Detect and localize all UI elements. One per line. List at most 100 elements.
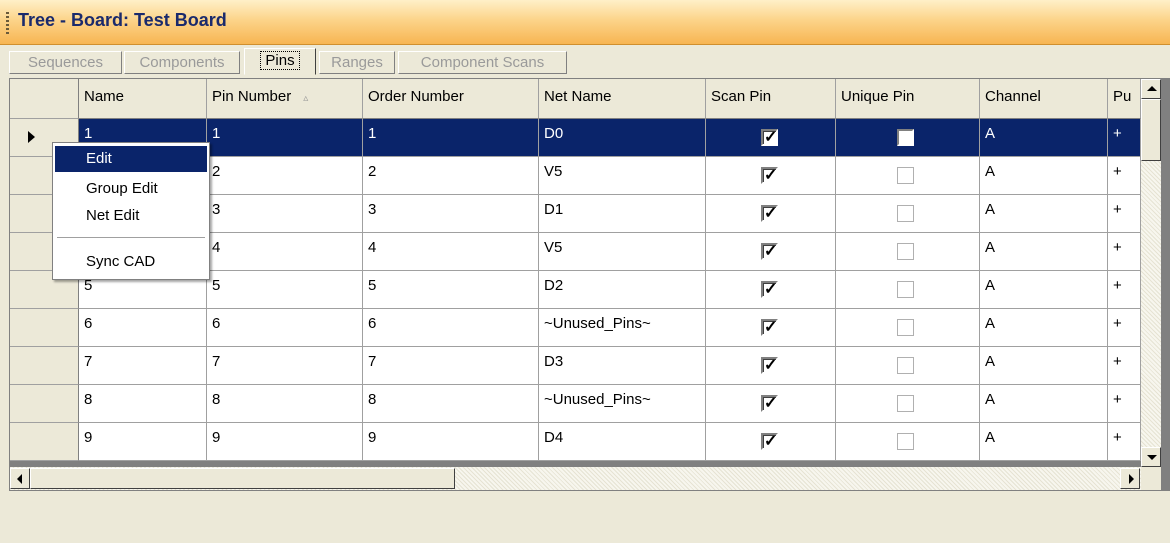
cell-name[interactable]: 7 bbox=[79, 347, 207, 385]
cell-pu[interactable]: + bbox=[1108, 119, 1141, 157]
scan-pin-checkbox[interactable]: ✓ bbox=[761, 319, 778, 336]
scroll-down-button[interactable] bbox=[1141, 447, 1161, 467]
horizontal-scroll-thumb[interactable] bbox=[30, 468, 455, 489]
cell-channel[interactable]: A bbox=[980, 271, 1108, 309]
cell-net-name[interactable]: D3 bbox=[539, 347, 706, 385]
cell-net-name[interactable]: ~Unused_Pins~ bbox=[539, 385, 706, 423]
menu-item-group-edit[interactable]: Group Edit bbox=[55, 176, 207, 202]
scroll-right-button[interactable] bbox=[1120, 468, 1140, 489]
cell-pu[interactable]: + bbox=[1108, 347, 1141, 385]
scan-pin-checkbox[interactable]: ✓ bbox=[761, 433, 778, 450]
menu-item-net-edit[interactable]: Net Edit bbox=[55, 203, 207, 229]
cell-order-number[interactable]: 5 bbox=[363, 271, 539, 309]
unique-pin-checkbox[interactable] bbox=[897, 129, 914, 146]
cell-channel[interactable]: A bbox=[980, 309, 1108, 347]
cell-pin-number[interactable]: 8 bbox=[207, 385, 363, 423]
cell-pu[interactable]: + bbox=[1108, 233, 1141, 271]
column-header-pu[interactable]: Pu bbox=[1108, 79, 1141, 119]
vertical-scroll-thumb[interactable] bbox=[1141, 99, 1161, 161]
row-header-cell[interactable] bbox=[10, 347, 79, 385]
cell-net-name[interactable]: ~Unused_Pins~ bbox=[539, 309, 706, 347]
table-row[interactable]: 7 7 7 D3 ✓ A + bbox=[10, 347, 1141, 385]
column-header-net-name[interactable]: Net Name bbox=[539, 79, 706, 119]
column-header-order-number[interactable]: Order Number bbox=[363, 79, 539, 119]
cell-pin-number[interactable]: 4 bbox=[207, 233, 363, 271]
cell-order-number[interactable]: 8 bbox=[363, 385, 539, 423]
pins-grid[interactable]: Name Pin Number ▵ Order Number Net Name S… bbox=[9, 78, 1170, 491]
cell-channel[interactable]: A bbox=[980, 423, 1108, 461]
corner-header-cell[interactable] bbox=[10, 79, 79, 119]
cell-order-number[interactable]: 4 bbox=[363, 233, 539, 271]
cell-pu[interactable]: + bbox=[1108, 271, 1141, 309]
table-row[interactable]: 9 9 9 D4 ✓ A + bbox=[10, 423, 1141, 461]
cell-pin-number[interactable]: 1 bbox=[207, 119, 363, 157]
unique-pin-checkbox[interactable] bbox=[897, 357, 914, 374]
cell-net-name[interactable]: V5 bbox=[539, 233, 706, 271]
cell-order-number[interactable]: 1 bbox=[363, 119, 539, 157]
scan-pin-checkbox[interactable]: ✓ bbox=[761, 167, 778, 184]
column-header-pin-number[interactable]: Pin Number ▵ bbox=[207, 79, 363, 119]
row-header-cell[interactable] bbox=[10, 309, 79, 347]
cell-net-name[interactable]: D2 bbox=[539, 271, 706, 309]
cell-pu[interactable]: + bbox=[1108, 385, 1141, 423]
scan-pin-checkbox[interactable]: ✓ bbox=[761, 281, 778, 298]
row-header-cell[interactable] bbox=[10, 423, 79, 461]
drag-grip-icon[interactable] bbox=[6, 12, 9, 34]
unique-pin-checkbox[interactable] bbox=[897, 433, 914, 450]
cell-pu[interactable]: + bbox=[1108, 309, 1141, 347]
cell-pin-number[interactable]: 5 bbox=[207, 271, 363, 309]
cell-net-name[interactable]: V5 bbox=[539, 157, 706, 195]
scroll-up-button[interactable] bbox=[1141, 79, 1161, 99]
vertical-scrollbar[interactable] bbox=[1141, 79, 1161, 467]
menu-item-sync-cad[interactable]: Sync CAD bbox=[55, 249, 207, 275]
column-header-channel[interactable]: Channel bbox=[980, 79, 1108, 119]
cell-name[interactable]: 6 bbox=[79, 309, 207, 347]
horizontal-scrollbar[interactable] bbox=[10, 467, 1141, 490]
row-header-cell[interactable] bbox=[10, 385, 79, 423]
cell-pin-number[interactable]: 2 bbox=[207, 157, 363, 195]
column-header-unique-pin[interactable]: Unique Pin bbox=[836, 79, 980, 119]
cell-channel[interactable]: A bbox=[980, 233, 1108, 271]
cell-channel[interactable]: A bbox=[980, 119, 1108, 157]
cell-pu[interactable]: + bbox=[1108, 195, 1141, 233]
cell-pin-number[interactable]: 3 bbox=[207, 195, 363, 233]
unique-pin-checkbox[interactable] bbox=[897, 167, 914, 184]
scan-pin-checkbox[interactable]: ✓ bbox=[761, 205, 778, 222]
tab-components[interactable]: Components bbox=[124, 51, 240, 74]
cell-pin-number[interactable]: 6 bbox=[207, 309, 363, 347]
cell-order-number[interactable]: 3 bbox=[363, 195, 539, 233]
menu-item-edit[interactable]: Edit bbox=[55, 146, 207, 172]
cell-channel[interactable]: A bbox=[980, 195, 1108, 233]
cell-channel[interactable]: A bbox=[980, 385, 1108, 423]
scan-pin-checkbox[interactable]: ✓ bbox=[761, 395, 778, 412]
unique-pin-checkbox[interactable] bbox=[897, 243, 914, 260]
cell-net-name[interactable]: D1 bbox=[539, 195, 706, 233]
cell-name[interactable]: 8 bbox=[79, 385, 207, 423]
scan-pin-checkbox[interactable]: ✓ bbox=[761, 243, 778, 260]
cell-pu[interactable]: + bbox=[1108, 423, 1141, 461]
tab-sequences[interactable]: Sequences bbox=[9, 51, 122, 74]
unique-pin-checkbox[interactable] bbox=[897, 281, 914, 298]
cell-channel[interactable]: A bbox=[980, 347, 1108, 385]
cell-pin-number[interactable]: 9 bbox=[207, 423, 363, 461]
cell-order-number[interactable]: 9 bbox=[363, 423, 539, 461]
tab-component-scans[interactable]: Component Scans bbox=[398, 51, 567, 74]
unique-pin-checkbox[interactable] bbox=[897, 205, 914, 222]
cell-channel[interactable]: A bbox=[980, 157, 1108, 195]
cell-pu[interactable]: + bbox=[1108, 157, 1141, 195]
table-row[interactable]: 6 6 6 ~Unused_Pins~ ✓ A + bbox=[10, 309, 1141, 347]
tab-ranges[interactable]: Ranges bbox=[319, 51, 395, 74]
tab-pins[interactable]: Pins bbox=[244, 48, 316, 75]
cell-order-number[interactable]: 6 bbox=[363, 309, 539, 347]
cell-pin-number[interactable]: 7 bbox=[207, 347, 363, 385]
unique-pin-checkbox[interactable] bbox=[897, 319, 914, 336]
cell-order-number[interactable]: 7 bbox=[363, 347, 539, 385]
scroll-left-button[interactable] bbox=[10, 468, 30, 489]
cell-net-name[interactable]: D0 bbox=[539, 119, 706, 157]
cell-net-name[interactable]: D4 bbox=[539, 423, 706, 461]
cell-order-number[interactable]: 2 bbox=[363, 157, 539, 195]
table-row[interactable]: 8 8 8 ~Unused_Pins~ ✓ A + bbox=[10, 385, 1141, 423]
column-header-scan-pin[interactable]: Scan Pin bbox=[706, 79, 836, 119]
cell-name[interactable]: 9 bbox=[79, 423, 207, 461]
scan-pin-checkbox[interactable]: ✓ bbox=[761, 129, 778, 146]
